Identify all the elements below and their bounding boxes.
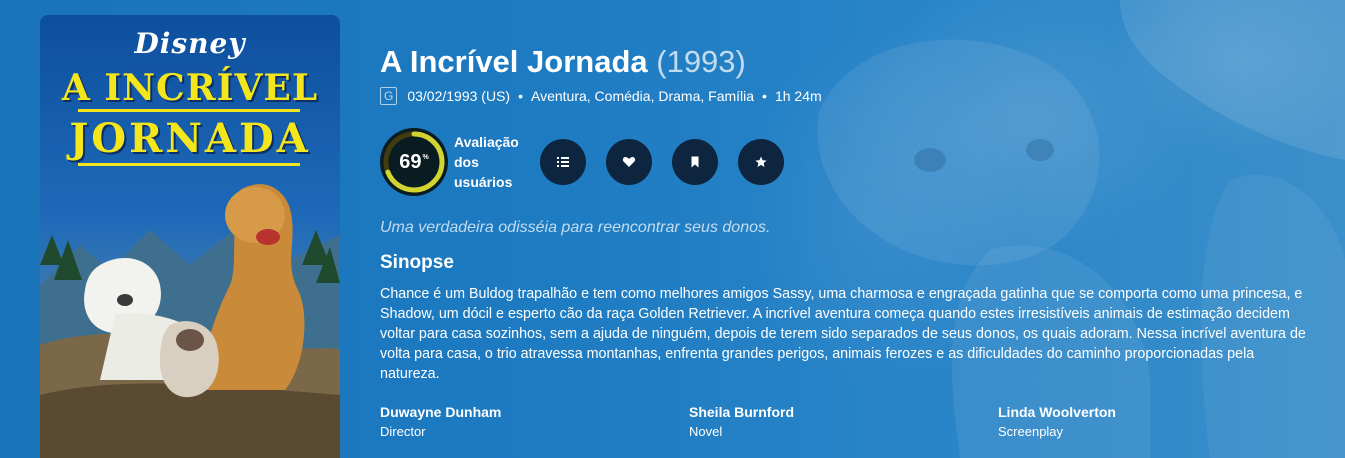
genres[interactable]: Aventura, Comédia, Drama, Família (531, 86, 754, 106)
list-icon (557, 157, 569, 167)
crew-list: Duwayne Dunham Director Sheila Burnford … (380, 402, 1310, 442)
user-score-value: 69% (399, 150, 429, 173)
bookmark-icon (691, 156, 699, 168)
add-to-list-button[interactable] (540, 139, 586, 185)
user-score-label: Avaliação dos usuários (454, 134, 519, 190)
fact-separator: • (518, 88, 523, 104)
poster-title-line-1: A INCRÍVEL (61, 67, 319, 109)
poster-divider (78, 109, 300, 112)
movie-poster[interactable]: Disney A INCRÍVEL JORNADA (40, 15, 340, 458)
poster-studio-logo: Disney (134, 27, 246, 60)
crew-role: Director (380, 424, 426, 439)
movie-info: A Incrível Jornada (1993) G 03/02/1993 (… (380, 42, 1310, 442)
crew-name[interactable]: Duwayne Dunham (380, 402, 689, 422)
rate-button[interactable] (738, 139, 784, 185)
movie-header: Disney A INCRÍVEL JORNADA A Incrível Jor… (0, 0, 1345, 458)
action-buttons (540, 139, 804, 185)
star-icon (755, 156, 767, 167)
release-year: (1993) (656, 44, 746, 79)
crew-role: Screenplay (998, 424, 1064, 439)
movie-title[interactable]: A Incrível Jornada (380, 44, 648, 79)
certification-badge: G (380, 87, 398, 105)
fact-separator: • (762, 88, 767, 104)
runtime: 1h 24m (774, 88, 822, 104)
heart-icon (622, 156, 636, 167)
poster-title-line-2: JORNADA (69, 115, 311, 162)
movie-title-row: A Incrível Jornada (1993) (380, 42, 1310, 82)
poster-divider (78, 163, 300, 166)
tagline: Uma verdadeira odisséia para reencontrar… (380, 219, 771, 236)
overview-text: Chance é um Buldog trapalhão e tem como … (380, 286, 1306, 382)
crew-role: Novel (689, 424, 723, 439)
crew-name[interactable]: Sheila Burnford (689, 402, 998, 422)
crew-item: Sheila Burnford Novel (689, 402, 998, 442)
movie-facts: G 03/02/1993 (US) • Aventura, Comédia, D… (380, 86, 1310, 106)
watchlist-button[interactable] (672, 139, 718, 185)
crew-name[interactable]: Linda Woolverton (998, 402, 1307, 422)
crew-item: Linda Woolverton Screenplay (998, 402, 1307, 442)
user-score-chart[interactable]: 69% (380, 128, 448, 196)
favorite-button[interactable] (606, 139, 652, 185)
overview-heading: Sinopse (380, 252, 454, 273)
actions-bar: 69% Avaliação dos usuários (380, 128, 1310, 196)
crew-item: Duwayne Dunham Director (380, 402, 689, 442)
release-date: 03/02/1993 (US) (407, 88, 511, 104)
